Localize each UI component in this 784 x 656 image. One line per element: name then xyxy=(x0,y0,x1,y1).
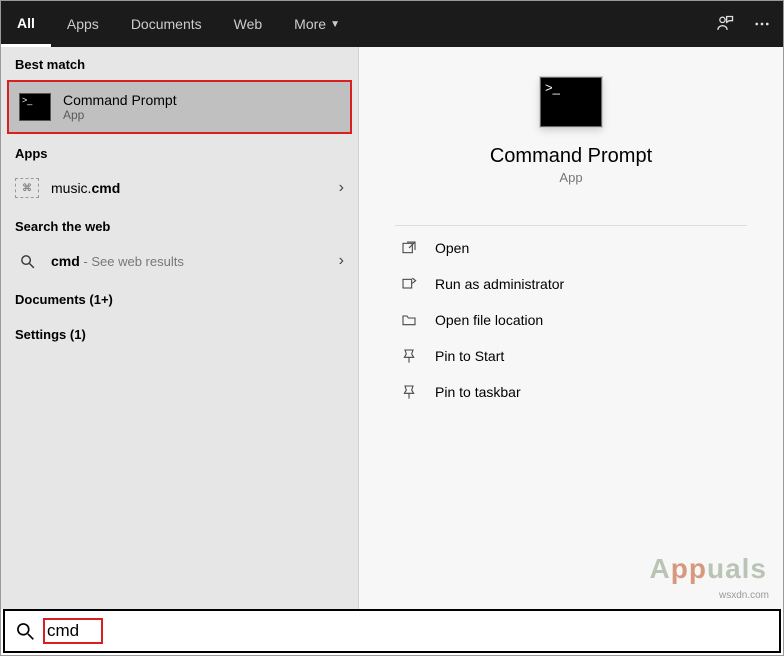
preview-title: Command Prompt xyxy=(490,145,652,168)
best-match-sub: App xyxy=(63,108,177,122)
action-pin-start-label: Pin to Start xyxy=(435,348,504,364)
app-result-music-cmd[interactable]: ⌘ music.cmd › xyxy=(1,167,358,209)
app-result-text: music.cmd xyxy=(51,180,120,196)
action-run-admin[interactable]: Run as administrator xyxy=(395,266,747,302)
action-open[interactable]: Open xyxy=(395,230,747,266)
settings-label[interactable]: Settings (1) xyxy=(1,313,358,348)
script-file-icon: ⌘ xyxy=(15,178,39,198)
best-match-label: Best match xyxy=(1,47,358,78)
search-bar[interactable] xyxy=(3,609,781,653)
web-result-cmd[interactable]: cmd - See web results › xyxy=(1,240,358,282)
preview-head: Command Prompt App xyxy=(395,69,747,185)
search-web-label: Search the web xyxy=(1,209,358,240)
admin-icon xyxy=(399,276,419,292)
tab-more-label: More xyxy=(294,16,326,32)
action-pin-taskbar-label: Pin to taskbar xyxy=(435,384,521,400)
header-right xyxy=(715,14,783,34)
tab-documents[interactable]: Documents xyxy=(115,1,218,47)
best-match-text: Command Prompt App xyxy=(63,92,177,122)
pin-taskbar-icon xyxy=(399,384,419,400)
folder-icon xyxy=(399,312,419,328)
preview-sub: App xyxy=(559,170,582,185)
search-icon xyxy=(15,621,35,641)
body-row: Best match Command Prompt App Apps ⌘ mus… xyxy=(1,47,783,609)
action-run-admin-label: Run as administrator xyxy=(435,276,564,292)
web-result-text: cmd - See web results xyxy=(51,253,184,269)
caret-down-icon: ▼ xyxy=(330,19,340,30)
action-pin-start[interactable]: Pin to Start xyxy=(395,338,747,374)
documents-label[interactable]: Documents (1+) xyxy=(1,282,358,313)
cmd-prompt-icon xyxy=(540,77,602,127)
header-tabs: All Apps Documents Web More ▼ xyxy=(1,1,715,47)
tab-web[interactable]: Web xyxy=(218,1,279,47)
web-result-suffix: - See web results xyxy=(80,254,184,269)
open-icon xyxy=(399,240,419,256)
apps-label: Apps xyxy=(1,136,358,167)
more-options-icon[interactable] xyxy=(753,15,771,33)
feedback-icon[interactable] xyxy=(715,14,735,34)
tab-more[interactable]: More ▼ xyxy=(278,1,356,47)
chevron-right-icon: › xyxy=(339,252,344,270)
best-match-title: Command Prompt xyxy=(63,92,177,108)
tab-apps[interactable]: Apps xyxy=(51,1,115,47)
best-match-item[interactable]: Command Prompt App xyxy=(7,80,352,134)
chevron-right-icon: › xyxy=(339,179,344,197)
preview-pane: Command Prompt App Open Run as administr… xyxy=(359,47,783,609)
app-result-left: ⌘ music.cmd xyxy=(15,178,120,198)
web-result-left: cmd - See web results xyxy=(15,253,184,270)
action-open-location[interactable]: Open file location xyxy=(395,302,747,338)
action-open-label: Open xyxy=(435,240,469,256)
cmd-prompt-icon xyxy=(19,93,51,121)
pin-start-icon xyxy=(399,348,419,364)
divider xyxy=(395,225,747,226)
search-icon xyxy=(15,253,39,270)
search-input[interactable] xyxy=(43,618,103,644)
action-open-location-label: Open file location xyxy=(435,312,543,328)
left-pane: Best match Command Prompt App Apps ⌘ mus… xyxy=(1,47,359,609)
tab-all[interactable]: All xyxy=(1,1,51,47)
header-bar: All Apps Documents Web More ▼ xyxy=(1,1,783,47)
action-pin-taskbar[interactable]: Pin to taskbar xyxy=(395,374,747,410)
app-result-bold: cmd xyxy=(91,180,120,196)
web-result-bold: cmd xyxy=(51,253,80,269)
app-result-prefix: music. xyxy=(51,180,91,196)
